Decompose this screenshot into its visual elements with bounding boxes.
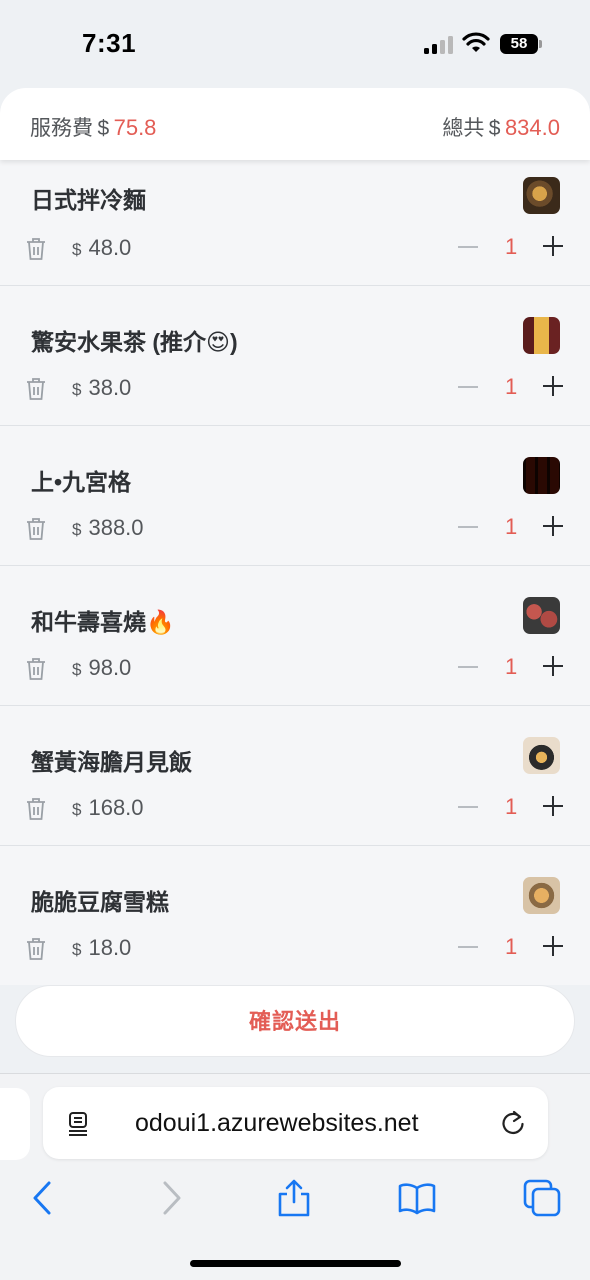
home-indicator xyxy=(190,1260,401,1267)
order-summary-bar: 服務費 $ 75.8 總共 $ 834.0 xyxy=(0,88,590,160)
service-fee-value: 75.8 xyxy=(113,115,157,140)
item-quantity: 1 xyxy=(505,934,518,959)
url-text[interactable]: odoui1.azurewebsites.net xyxy=(135,1109,419,1138)
bookmarks-icon[interactable] xyxy=(397,1178,437,1218)
confirm-area: 確認送出 xyxy=(0,985,590,1073)
currency-symbol: $ xyxy=(72,380,82,399)
decrease-qty-button[interactable] xyxy=(458,246,478,248)
cart-item: 驚安水果茶 (推介😍) $38.0 1 xyxy=(0,286,590,426)
total-currency: $ xyxy=(488,117,501,140)
item-name: 蟹黃海膽月見飯 xyxy=(31,749,192,775)
decrease-qty-button[interactable] xyxy=(458,806,478,808)
confirm-submit-button[interactable]: 確認送出 xyxy=(15,985,575,1057)
address-bar[interactable]: odoui1.azurewebsites.net xyxy=(43,1087,548,1159)
item-name: 驚安水果茶 (推介😍) xyxy=(31,329,238,355)
increase-qty-button[interactable] xyxy=(543,236,563,256)
item-price: $48.0 xyxy=(72,235,131,261)
currency-symbol: $ xyxy=(72,940,82,959)
trash-icon[interactable] xyxy=(24,516,48,542)
currency-symbol: $ xyxy=(72,240,82,259)
cart-item: 上•九宮格 $388.0 1 xyxy=(0,426,590,566)
item-quantity: 1 xyxy=(505,514,518,539)
item-name: 和牛壽喜燒🔥 xyxy=(31,609,175,635)
item-name: 上•九宮格 xyxy=(31,469,132,495)
trash-icon[interactable] xyxy=(24,796,48,822)
item-quantity: 1 xyxy=(505,654,518,679)
total-label: 總共 xyxy=(442,117,485,140)
item-price: $18.0 xyxy=(72,935,131,961)
item-name: 日式拌冷麵 xyxy=(31,187,146,213)
order-total: 總共 $ 834.0 xyxy=(442,112,560,142)
share-icon[interactable] xyxy=(274,1178,314,1218)
currency-symbol: $ xyxy=(72,520,82,539)
cart-item: 脆脆豆腐雪糕 $18.0 1 xyxy=(0,846,590,986)
increase-qty-button[interactable] xyxy=(543,656,563,676)
previous-tab-preview[interactable] xyxy=(0,1088,30,1160)
item-price-value: 98.0 xyxy=(88,655,132,680)
cart-item-list: 日式拌冷麵 $48.0 1 驚安水果茶 (推介😍) $38.0 1 上•九宮格 … xyxy=(0,160,590,986)
item-price: $388.0 xyxy=(72,515,144,541)
forward-icon[interactable] xyxy=(152,1178,192,1218)
item-price-value: 18.0 xyxy=(88,935,132,960)
status-bar: 7:31 58 xyxy=(0,0,590,88)
increase-qty-button[interactable] xyxy=(543,376,563,396)
battery-nub xyxy=(539,40,542,48)
trash-icon[interactable] xyxy=(24,376,48,402)
item-quantity: 1 xyxy=(505,234,518,259)
decrease-qty-button[interactable] xyxy=(458,526,478,528)
browser-toolbar: odoui1.azurewebsites.net xyxy=(0,1073,590,1280)
item-price-value: 168.0 xyxy=(88,795,144,820)
wagyu-thumbnail[interactable] xyxy=(523,597,560,634)
currency-symbol: $ xyxy=(72,800,82,819)
item-price: $168.0 xyxy=(72,795,144,821)
status-time: 7:31 xyxy=(82,28,137,58)
back-icon[interactable] xyxy=(22,1178,62,1218)
cellular-signal-icon xyxy=(424,36,454,54)
battery-level: 58 xyxy=(500,34,538,54)
service-fee-label: 服務費 xyxy=(30,117,93,140)
item-name: 脆脆豆腐雪糕 xyxy=(31,889,169,915)
rice-bowl-thumbnail[interactable] xyxy=(523,737,560,774)
item-price: $38.0 xyxy=(72,375,131,401)
currency-symbol: $ xyxy=(72,660,82,679)
cart-item: 和牛壽喜燒🔥 $98.0 1 xyxy=(0,566,590,706)
trash-icon[interactable] xyxy=(24,236,48,262)
trash-icon[interactable] xyxy=(24,936,48,962)
increase-qty-button[interactable] xyxy=(543,516,563,536)
item-quantity: 1 xyxy=(505,374,518,399)
trash-icon[interactable] xyxy=(24,656,48,682)
item-quantity: 1 xyxy=(505,794,518,819)
page-menu-icon[interactable] xyxy=(67,1111,89,1137)
reload-icon[interactable] xyxy=(499,1109,527,1137)
item-price-value: 38.0 xyxy=(88,375,132,400)
item-price-value: 48.0 xyxy=(88,235,132,260)
service-fee-currency: $ xyxy=(97,117,110,140)
item-price-value: 388.0 xyxy=(88,515,144,540)
increase-qty-button[interactable] xyxy=(543,936,563,956)
cart-item: 日式拌冷麵 $48.0 1 xyxy=(0,160,590,286)
tabs-icon[interactable] xyxy=(522,1178,562,1218)
total-value: 834.0 xyxy=(504,115,560,140)
cart-sheet: 服務費 $ 75.8 總共 $ 834.0 日式拌冷麵 $48.0 1 驚安水果… xyxy=(0,88,590,1073)
noodle-dish-thumbnail[interactable] xyxy=(523,177,560,214)
decrease-qty-button[interactable] xyxy=(458,386,478,388)
increase-qty-button[interactable] xyxy=(543,796,563,816)
bento-box-thumbnail[interactable] xyxy=(523,457,560,494)
decrease-qty-button[interactable] xyxy=(458,666,478,668)
fruit-tea-thumbnail[interactable] xyxy=(523,317,560,354)
decrease-qty-button[interactable] xyxy=(458,946,478,948)
wifi-icon xyxy=(462,32,490,52)
service-fee: 服務費 $ 75.8 xyxy=(30,112,156,142)
cart-item: 蟹黃海膽月見飯 $168.0 1 xyxy=(0,706,590,846)
item-price: $98.0 xyxy=(72,655,131,681)
tofu-icecream-thumbnail[interactable] xyxy=(523,877,560,914)
